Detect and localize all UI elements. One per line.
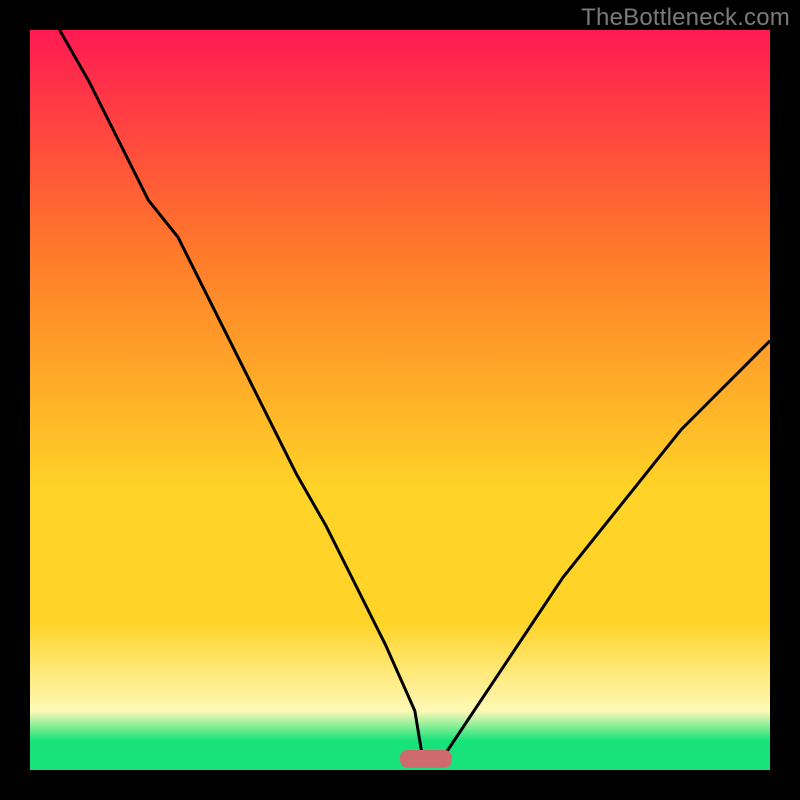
- frame: TheBottleneck.com: [0, 0, 800, 800]
- chart-background-gradient: [30, 30, 770, 770]
- watermark-text: TheBottleneck.com: [581, 4, 790, 32]
- optimal-point-marker: [400, 750, 452, 768]
- bottleneck-chart: [30, 30, 770, 770]
